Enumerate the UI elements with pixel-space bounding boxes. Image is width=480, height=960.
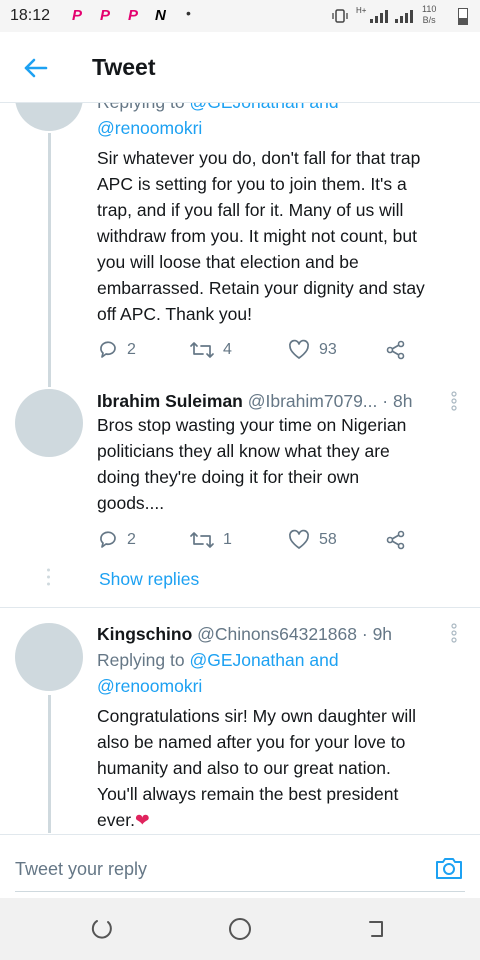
retweet-icon	[190, 342, 214, 358]
tweet-actions: 2 4 93	[97, 338, 417, 362]
replying-handle-link[interactable]: @GEJonathan and	[189, 650, 338, 670]
status-time: 18:12	[10, 7, 51, 24]
tweet-line: Congratulations sir! My own daughter wil…	[97, 706, 417, 726]
replying-handle-link[interactable]: @renoomokri	[97, 673, 202, 699]
heart-icon	[288, 339, 310, 359]
speed-value: 110	[422, 4, 437, 14]
notification-icon-p2: P	[100, 7, 111, 24]
vibrate-icon	[332, 9, 348, 23]
reply-button[interactable]: 2	[97, 528, 136, 552]
replying-to: Replying to @GEJonathan and	[97, 103, 339, 115]
like-count: 93	[319, 341, 337, 358]
tweet-time: · 9h	[361, 624, 393, 644]
battery-icon	[458, 8, 468, 25]
reply-composer: Tweet your reply	[0, 834, 480, 899]
tweet-line: doing they're doing it for their own	[97, 467, 360, 487]
speed-unit: B/s	[422, 15, 436, 25]
tweet-line: politicians they all know what they are	[97, 441, 390, 461]
signal-icon-1	[370, 10, 388, 23]
tweet-actions: 2 1 58	[97, 528, 417, 552]
like-count: 58	[319, 531, 337, 548]
tweet-line: ever.❤	[97, 807, 416, 833]
share-button[interactable]	[385, 528, 415, 552]
home-icon[interactable]	[227, 916, 253, 942]
network-speed: 110 B/s	[422, 4, 436, 26]
signal-icon-2	[395, 10, 413, 23]
tweet-line: you will loose that election and be	[97, 252, 359, 272]
tweet-body: Bros stop wasting your time on Nigerian …	[97, 412, 406, 516]
system-nav-bar	[0, 898, 480, 960]
tweet-line: APC is setting for you to join them. It'…	[97, 174, 407, 194]
reply-icon	[100, 341, 116, 358]
tweet-body: Sir whatever you do, don't fall for that…	[97, 145, 425, 327]
retweet-button[interactable]: 4	[189, 338, 232, 362]
retweet-count: 4	[223, 341, 232, 358]
replying-handle-link[interactable]: @renoomokri	[97, 115, 202, 141]
heart-icon	[288, 529, 310, 549]
show-replies-link[interactable]: Show replies	[99, 569, 199, 590]
retweet-button[interactable]: 1	[189, 528, 232, 552]
tweet-divider	[0, 607, 480, 608]
author-name[interactable]: Kingschino	[97, 624, 192, 644]
like-button[interactable]: 93	[287, 338, 337, 362]
tweet-line: You'll always remain the best president	[97, 784, 399, 804]
network-type: H+	[356, 6, 367, 15]
reply-count: 2	[127, 531, 136, 548]
share-button[interactable]	[385, 338, 415, 362]
tweet-line: withdraw from you. It might not count, b…	[97, 226, 418, 246]
avatar[interactable]	[15, 389, 83, 457]
tweet-line: also be named after you for your love to	[97, 732, 406, 752]
page-title: Tweet	[92, 54, 156, 80]
camera-icon[interactable]	[434, 853, 464, 883]
retweet-icon	[190, 532, 214, 548]
notification-icon-p3: P	[128, 7, 139, 24]
thread-line	[48, 695, 51, 833]
reply-button[interactable]: 2	[97, 338, 136, 362]
status-dot: •	[186, 5, 191, 21]
reply-icon	[100, 531, 116, 548]
author-name[interactable]: Ibrahim Suleiman	[97, 391, 243, 411]
tweet-line: embarrassed. Retain your dignity and sta…	[97, 278, 425, 298]
notification-icon-p1: P	[72, 7, 83, 24]
replying-handle-link[interactable]: @GEJonathan and	[189, 103, 338, 112]
tweet-line: trap, and if you fall for it. Many of us…	[97, 200, 404, 220]
tweet-header: Kingschino @Chinons64321868 · 9h	[97, 621, 437, 647]
author-handle[interactable]: @Ibrahim7079...	[248, 391, 378, 411]
like-button[interactable]: 58	[287, 528, 337, 552]
tweet-feed[interactable]: Replying to @GEJonathan and @renoomokri …	[0, 103, 480, 833]
back-arrow-icon[interactable]	[18, 50, 54, 86]
more-replies-dots-icon	[47, 568, 50, 586]
tweet-line: Sir whatever you do, don't fall for that…	[97, 148, 421, 168]
replying-label: Replying to	[97, 650, 185, 670]
tweet-time: · 8h	[382, 391, 413, 411]
avatar[interactable]	[15, 103, 83, 131]
reply-input[interactable]: Tweet your reply	[15, 859, 147, 880]
tweet-body: Congratulations sir! My own daughter wil…	[97, 703, 416, 833]
replying-label: Replying to	[97, 103, 185, 112]
red-heart-emoji: ❤	[134, 810, 150, 830]
tweet-line: humanity and also to our great nation.	[97, 758, 391, 778]
notification-icon-n: N	[155, 7, 166, 24]
replying-to: Replying to @GEJonathan and	[97, 647, 339, 673]
tweet-line: Bros stop wasting your time on Nigerian	[97, 415, 407, 435]
status-bar: 18:12 P P P N • H+ 110 B/s	[0, 0, 480, 32]
avatar[interactable]	[15, 623, 83, 691]
kebab-icon[interactable]	[450, 391, 458, 411]
share-icon	[386, 340, 405, 360]
tweet-line: off APC. Thank you!	[97, 304, 253, 324]
share-icon	[386, 530, 405, 550]
reply-input-underline	[15, 891, 465, 892]
thread-line	[48, 133, 51, 387]
recent-apps-icon[interactable]	[88, 916, 114, 942]
tweet-header: Ibrahim Suleiman @Ibrahim7079... · 8h	[97, 388, 437, 414]
retweet-count: 1	[223, 531, 232, 548]
back-nav-icon[interactable]	[364, 916, 390, 942]
tweet-line-text: ever.	[97, 810, 135, 830]
kebab-icon[interactable]	[450, 623, 458, 643]
tweet-line: goods....	[97, 493, 165, 513]
reply-count: 2	[127, 341, 136, 358]
app-header: Tweet	[0, 32, 480, 103]
author-handle[interactable]: @Chinons64321868	[197, 624, 357, 644]
